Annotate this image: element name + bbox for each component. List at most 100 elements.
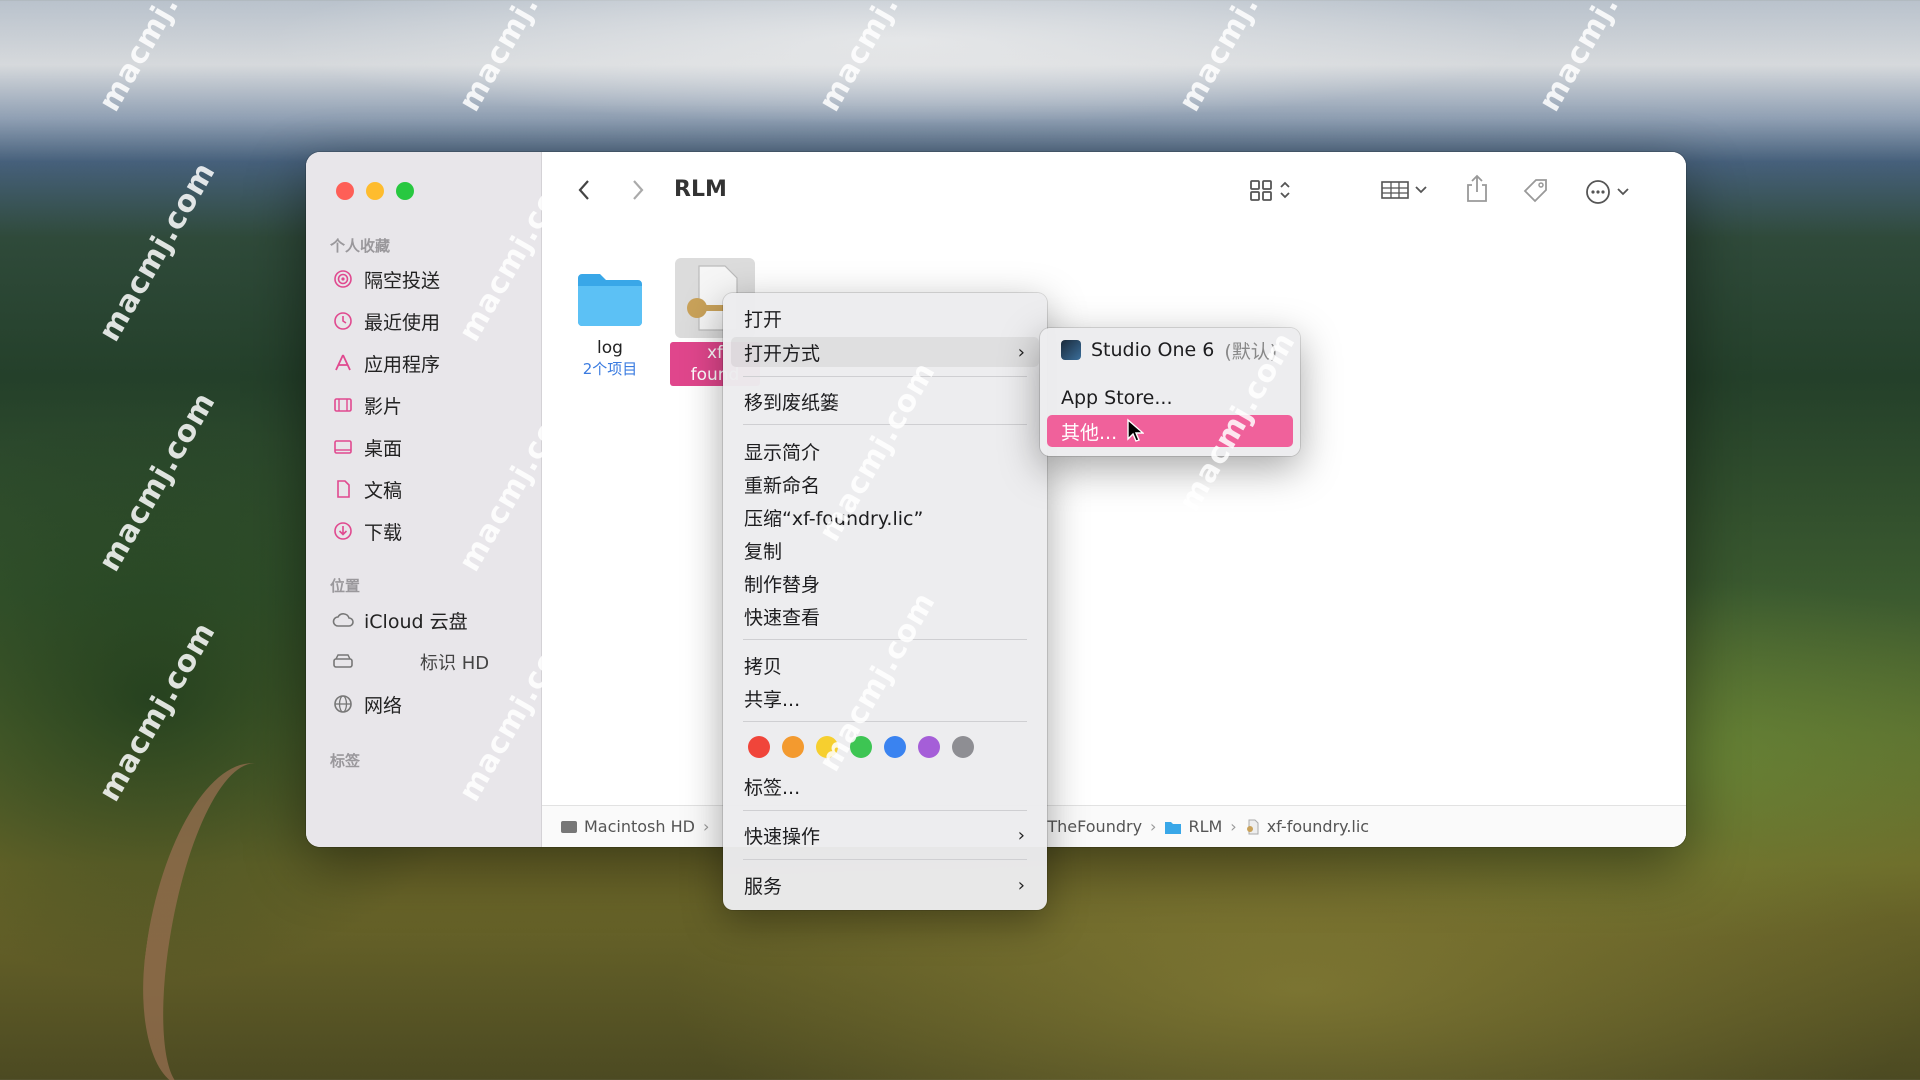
menu-separator	[743, 859, 1027, 860]
tag-color-orange[interactable]	[782, 736, 804, 758]
applications-icon	[332, 352, 354, 374]
tag-color-blue[interactable]	[884, 736, 906, 758]
path-separator: ›	[1150, 817, 1157, 836]
ellipsis-circle-icon	[1586, 180, 1610, 204]
film-icon	[332, 394, 354, 416]
tag-button[interactable]	[1522, 178, 1550, 204]
menu-item-quick-look[interactable]: 快速查看	[731, 601, 1039, 631]
share-button[interactable]	[1464, 174, 1490, 204]
tag-color-purple[interactable]	[918, 736, 940, 758]
path-item-rlm[interactable]: RLM	[1164, 817, 1222, 836]
sidebar-item-desktop[interactable]: 桌面	[332, 432, 402, 462]
sidebar-item-documents[interactable]: 文稿	[332, 474, 402, 504]
menu-separator	[743, 424, 1027, 425]
view-mode-button[interactable]	[1248, 178, 1292, 202]
license-file-icon	[1246, 819, 1259, 834]
menu-item-get-info[interactable]: 显示简介	[731, 436, 1039, 466]
menu-item-make-alias[interactable]: 制作替身	[731, 568, 1039, 598]
menu-separator	[743, 376, 1027, 377]
minimize-button[interactable]	[366, 182, 384, 200]
menu-separator	[743, 639, 1027, 640]
sidebar-favorites-header: 个人收藏	[330, 237, 391, 255]
sidebar: 个人收藏 隔空投送 最近使用 应用程序 影片 桌面 文稿 下载 位置 iClou…	[306, 152, 542, 847]
path-item-thefoundry[interactable]: TheFoundry	[1047, 817, 1142, 836]
sidebar-item-label: 最近使用	[364, 311, 441, 334]
path-separator: ›	[702, 817, 710, 836]
chevron-right-icon: ›	[1017, 341, 1025, 363]
sidebar-item-label: 标识 HD	[420, 653, 490, 674]
menu-item-move-to-trash[interactable]: 移到废纸篓	[731, 386, 1039, 416]
chevron-right-icon: ›	[1017, 824, 1025, 846]
sidebar-item-label: iCloud 云盘	[364, 610, 468, 633]
submenu-item-app-store[interactable]: App Store...	[1047, 382, 1293, 414]
back-button[interactable]	[576, 178, 592, 202]
chevron-right-icon: ›	[1017, 874, 1025, 896]
menu-item-open[interactable]: 打开	[731, 303, 1039, 333]
download-icon	[332, 520, 354, 542]
sidebar-item-label: 隔空投送	[364, 269, 441, 292]
tag-icon	[1523, 179, 1547, 203]
sidebar-item-downloads[interactable]: 下载	[332, 516, 402, 546]
path-bar: Macintosh HD › TheFoundry › RLM › xf-fou…	[542, 805, 1686, 847]
sidebar-item-icloud[interactable]: iCloud 云盘	[332, 605, 468, 635]
tag-color-yellow[interactable]	[816, 736, 838, 758]
traffic-lights	[336, 182, 414, 200]
sidebar-item-airdrop[interactable]: 隔空投送	[332, 264, 440, 294]
clock-icon	[332, 310, 354, 332]
menu-item-compress[interactable]: 压缩“xf-foundry.lic”	[731, 502, 1039, 532]
context-menu: 打开 打开方式 › 移到废纸篓 显示简介 重新命名 压缩“xf-foundry.…	[723, 293, 1047, 910]
chevron-right-icon	[633, 180, 644, 200]
desktop-icon	[332, 436, 354, 458]
sidebar-item-label: 网络	[364, 694, 403, 717]
file-item-count: 2个项目	[582, 360, 638, 378]
disk-icon	[561, 820, 577, 833]
path-item-macintosh-hd[interactable]: Macintosh HD	[560, 817, 695, 836]
menu-item-quick-actions[interactable]: 快速操作 ›	[731, 820, 1039, 850]
tag-color-gray[interactable]	[952, 736, 974, 758]
file-item-log[interactable]: log 2个项目	[560, 268, 660, 379]
chevron-down-icon	[1415, 186, 1427, 194]
menu-item-share[interactable]: 共享...	[731, 683, 1039, 713]
submenu-item-other[interactable]: 其他...	[1047, 415, 1293, 447]
sidebar-tags-header: 标签	[330, 752, 361, 770]
submenu-item-studio-one[interactable]: Studio One 6 (默认)	[1047, 334, 1293, 366]
zoom-button[interactable]	[396, 182, 414, 200]
sidebar-item-recents[interactable]: 最近使用	[332, 306, 440, 336]
sidebar-item-label: 下载	[364, 521, 403, 544]
sidebar-locations-header: 位置	[330, 577, 361, 595]
globe-icon	[332, 693, 354, 715]
sidebar-item-label: 应用程序	[364, 353, 441, 376]
disk-icon	[332, 651, 354, 673]
toolbar: RLM	[542, 152, 1686, 228]
folder-icon	[578, 274, 642, 326]
menu-item-copy[interactable]: 拷贝	[731, 650, 1039, 680]
mouse-cursor-icon	[1127, 418, 1144, 442]
main-content: RLM log 2个项目 xf found Macintosh HD › The…	[542, 152, 1686, 847]
group-icon	[1381, 181, 1409, 199]
cloud-icon	[332, 609, 354, 631]
menu-item-duplicate[interactable]: 复制	[731, 535, 1039, 565]
sidebar-item-movies[interactable]: 影片	[332, 390, 402, 420]
file-name: log	[597, 338, 623, 358]
forward-button[interactable]	[630, 178, 646, 202]
menu-item-tags[interactable]: 标签...	[731, 771, 1039, 801]
path-separator: ›	[1230, 817, 1237, 836]
sidebar-item-network[interactable]: 网络	[332, 689, 402, 719]
path-item-license-file[interactable]: xf-foundry.lic	[1245, 817, 1369, 836]
tag-color-red[interactable]	[748, 736, 770, 758]
menu-item-rename[interactable]: 重新命名	[731, 469, 1039, 499]
more-actions-button[interactable]	[1584, 178, 1630, 206]
sidebar-item-label: 影片	[364, 395, 403, 418]
menu-item-open-with[interactable]: 打开方式 ›	[731, 337, 1039, 367]
grid-icon	[1250, 180, 1272, 201]
menu-item-services[interactable]: 服务 ›	[731, 870, 1039, 900]
chevron-down-icon	[1617, 188, 1629, 196]
folder-icon	[1165, 821, 1182, 834]
tag-color-green[interactable]	[850, 736, 872, 758]
document-icon	[332, 478, 354, 500]
close-button[interactable]	[336, 182, 354, 200]
sidebar-item-disk[interactable]: 标识 HD	[332, 647, 489, 677]
sidebar-item-applications[interactable]: 应用程序	[332, 348, 440, 378]
menu-separator	[743, 810, 1027, 811]
group-button[interactable]	[1380, 178, 1428, 202]
